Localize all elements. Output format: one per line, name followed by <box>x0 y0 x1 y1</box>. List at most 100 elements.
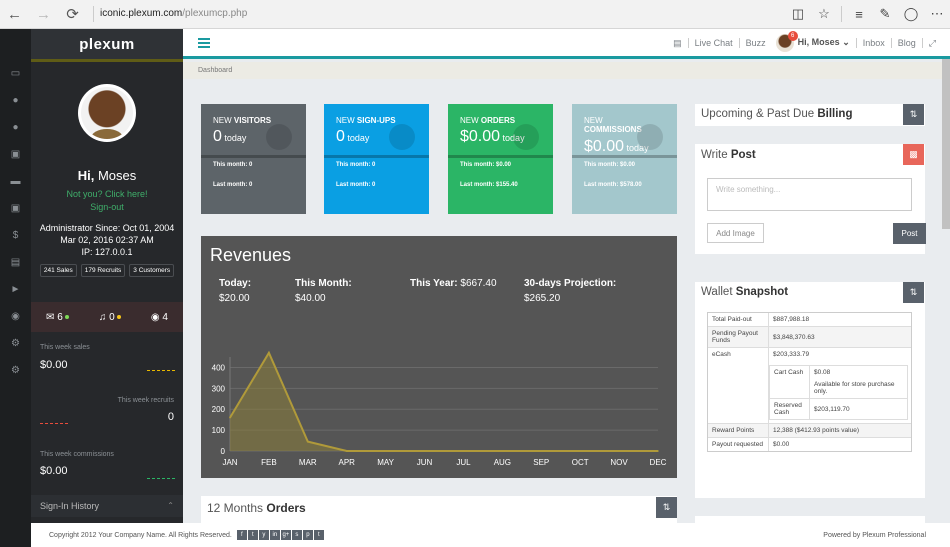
users-icon[interactable]: ● <box>0 87 31 114</box>
mail-notification[interactable]: ✉ 6 <box>46 312 69 323</box>
x-tick-label: NOV <box>610 458 628 467</box>
tile-this-month: This month: $0.00 <box>584 162 635 168</box>
fullscreen-icon[interactable]: ⤢ <box>921 37 942 48</box>
tile-value-number: 0 <box>213 128 222 145</box>
tile-last-month-value: $155.40 <box>496 182 518 188</box>
tile-heading-bold: SIGN-UPS <box>356 116 396 125</box>
customers-pill[interactable]: 3 Customers <box>129 264 175 277</box>
tile-this-month: This month: $0.00 <box>460 162 511 168</box>
recruits-pill[interactable]: 179 Recruits <box>80 264 126 277</box>
data-point <box>501 450 504 452</box>
gear-icon[interactable]: ⚙ <box>0 330 31 357</box>
tile-visitors[interactable]: NEW VISITORS 0 today This month: 0 Last mon… <box>201 104 306 214</box>
bell-count: 0 <box>109 311 115 323</box>
wallet-sort-button[interactable]: ⇅ <box>903 282 924 303</box>
card-icon[interactable]: ▬ <box>0 168 31 195</box>
y-tick-label: 0 <box>221 447 226 456</box>
logo[interactable]: plexum <box>31 29 183 62</box>
monitor-icon[interactable]: ▭ <box>0 60 31 87</box>
data-point <box>307 440 309 443</box>
tile-commissions[interactable]: NEW COMMISSIONS $0.00 today This month: $0.… <box>572 104 677 214</box>
cart-icon[interactable]: ▣ <box>0 141 31 168</box>
wallet-panel: Wallet Snapshot ⇅ Total Paid-out $887,988… <box>695 282 925 498</box>
inbox-link[interactable]: Inbox <box>855 37 891 48</box>
chevron-up-icon: ⌃ <box>167 501 174 510</box>
money-icon[interactable]: ▣ <box>0 195 31 222</box>
tile-heading-bold: ORDERS <box>480 116 516 125</box>
group-icon[interactable]: ● <box>0 114 31 141</box>
forward-icon[interactable]: → <box>29 0 58 29</box>
favorite-star-icon[interactable]: ☆ <box>811 0 837 29</box>
tile-last-month: Last month: 0 <box>336 182 375 188</box>
sales-pill[interactable]: 241 Sales <box>39 264 77 277</box>
buzz-link[interactable]: Buzz <box>738 37 772 48</box>
not-you-link[interactable]: Not you? Click here! <box>31 189 183 199</box>
chart-icon[interactable]: ▤ <box>0 249 31 276</box>
social-icons: f t y in g+ s p t <box>236 530 324 540</box>
back-icon[interactable]: ← <box>0 0 29 29</box>
hub-icon[interactable]: ≡ <box>846 0 872 29</box>
tile-last-month-label: Last month: <box>460 182 495 188</box>
post-textarea[interactable]: Write something... <box>707 178 912 211</box>
refresh-icon[interactable]: ⟳ <box>58 0 87 29</box>
mail-icon: ✉ <box>46 311 55 323</box>
pinterest-icon[interactable]: p <box>302 530 313 540</box>
twitter-icon[interactable]: t <box>247 530 258 540</box>
icon-strip-spacer <box>0 29 31 60</box>
bell-icon: ♫ <box>98 311 107 323</box>
news-icon[interactable]: ▤ <box>667 38 688 48</box>
sign-out-link[interactable]: Sign-out <box>31 202 183 212</box>
googleplus-icon[interactable]: g+ <box>280 530 291 540</box>
add-image-button[interactable]: Add Image <box>707 223 764 243</box>
tile-last-month-value: 0 <box>372 182 376 188</box>
data-point <box>384 450 387 452</box>
tile-this-month-value: $0.00 <box>620 162 636 168</box>
cell-label: Payout requested <box>708 438 769 451</box>
user-avatar[interactable]: 6 <box>775 30 798 52</box>
globe-small-icon: ◉ <box>150 311 160 323</box>
globe-icon[interactable]: ◉ <box>0 303 31 330</box>
tumblr-icon[interactable]: t <box>313 530 324 540</box>
share-icon[interactable]: ◯ <box>898 0 924 29</box>
billing-sort-button[interactable]: ⇅ <box>903 104 924 125</box>
gears-icon[interactable]: ⚙ <box>0 357 31 384</box>
skype-icon[interactable]: s <box>291 530 302 540</box>
youtube-icon[interactable]: y <box>258 530 269 540</box>
globe-notification[interactable]: ◉ 4 <box>151 312 168 323</box>
facebook-icon[interactable]: f <box>236 530 247 540</box>
avatar[interactable] <box>78 84 136 142</box>
scrollbar[interactable] <box>942 59 950 229</box>
reading-view-icon[interactable]: ◫ <box>785 0 811 29</box>
table-row: Cart Cash $0.08 Available for store purcha… <box>770 366 907 399</box>
cell-value: $3,848,370.63 <box>773 334 815 341</box>
write-post-icon[interactable]: ▩ <box>903 144 924 165</box>
post-button[interactable]: Post <box>893 223 926 244</box>
user-menu[interactable]: Hi, Moses ⌄ <box>798 37 856 48</box>
cell-label: Reward Points <box>708 424 769 437</box>
avatar-photo <box>81 87 133 139</box>
next-panel <box>695 516 925 523</box>
blog-link[interactable]: Blog <box>890 37 922 48</box>
web-note-icon[interactable]: ✎ <box>872 0 898 29</box>
menu-icon[interactable] <box>198 36 210 50</box>
x-tick-label: FEB <box>261 458 277 467</box>
breadcrumb[interactable]: Dashboard <box>183 62 950 79</box>
live-chat-link[interactable]: Live Chat <box>687 37 739 48</box>
cell-value: $203,119.70 <box>814 406 850 413</box>
address-bar[interactable]: iconic.plexum.com/plexumcp.php <box>93 6 773 22</box>
tile-signups[interactable]: NEW SIGN-UPS 0 today This month: 0 Last mon… <box>324 104 429 214</box>
orders-sort-button[interactable]: ⇅ <box>656 497 677 518</box>
powered-by: Powered by Plexum Professional <box>823 531 926 539</box>
megaphone-icon[interactable]: ► <box>0 276 31 303</box>
stat-pills: 241 Sales 179 Recruits 3 Customers <box>31 264 183 277</box>
tile-this-month: This month: 0 <box>213 162 252 168</box>
dollar-icon[interactable]: $ <box>0 222 31 249</box>
more-icon[interactable]: ⋯ <box>924 0 950 29</box>
recruits-sparkline <box>40 423 68 424</box>
signin-history[interactable]: Sign-In History ⌃ <box>31 495 183 517</box>
wallet-table: Total Paid-out $887,988.18 Pending Payout… <box>707 312 912 452</box>
bell-notification[interactable]: ♫ 0 <box>99 312 121 323</box>
cell-label: Cart Cash <box>770 366 810 398</box>
linkedin-icon[interactable]: in <box>269 530 280 540</box>
tile-orders[interactable]: NEW ORDERS $0.00 today This month: $0.00 La… <box>448 104 553 214</box>
